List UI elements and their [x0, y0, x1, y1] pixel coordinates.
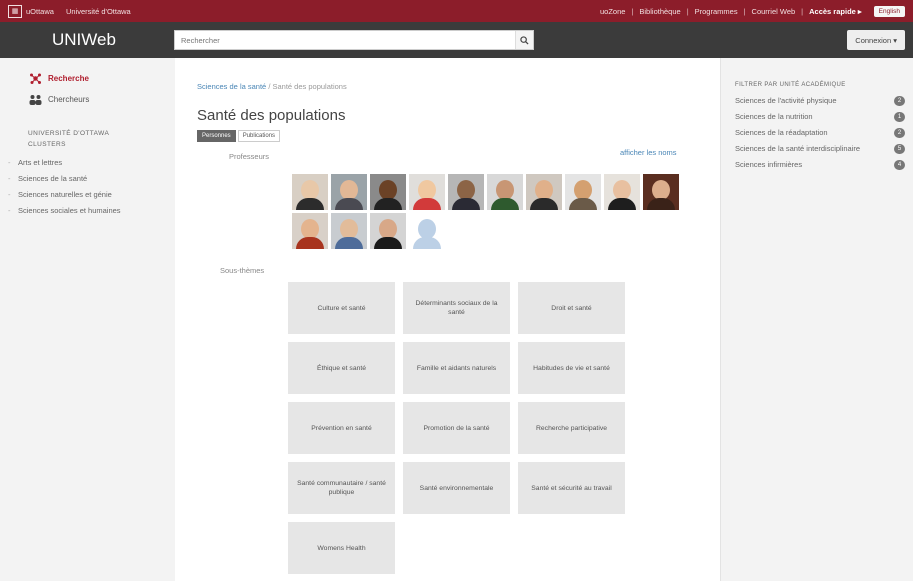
- subtheme-tile[interactable]: Promotion de la santé: [403, 402, 510, 454]
- header: UNIWeb Connexion ▾: [0, 22, 913, 58]
- search-icon[interactable]: [515, 31, 533, 49]
- subtheme-tile[interactable]: Habitudes de vie et santé: [518, 342, 625, 394]
- professor-avatar[interactable]: [448, 174, 484, 210]
- professor-avatar[interactable]: [487, 174, 523, 210]
- subtheme-tile[interactable]: Santé communautaire / santé publique: [288, 462, 395, 514]
- breadcrumb-current: Santé des populations: [272, 82, 347, 91]
- tab-publications[interactable]: Publications: [237, 130, 281, 142]
- professor-avatar[interactable]: [370, 174, 406, 210]
- subtheme-tile[interactable]: Culture et santé: [288, 282, 395, 334]
- subthemes-grid: Culture et santé Déterminants sociaux de…: [288, 282, 625, 574]
- subtheme-tile[interactable]: Déterminants sociaux de la santé: [403, 282, 510, 334]
- nav-item-researchers[interactable]: Chercheurs: [28, 93, 165, 106]
- clusters-heading-line: UNIVERSITÉ D'OTTAWA: [28, 130, 110, 137]
- library-link[interactable]: Bibliothèque: [639, 7, 680, 16]
- separator: |: [801, 6, 804, 16]
- nav-item-search[interactable]: Recherche: [28, 72, 165, 85]
- filter-label: Sciences infirmières: [735, 160, 803, 169]
- filter-label: Sciences de la santé interdisciplinaire: [735, 144, 861, 153]
- professor-avatar[interactable]: [409, 174, 445, 210]
- university-link[interactable]: Université d'Ottawa: [66, 7, 131, 16]
- subtheme-tile[interactable]: Famille et aidants naturels: [403, 342, 510, 394]
- nav-item-label: Chercheurs: [48, 95, 90, 104]
- filter-count-badge: 2: [894, 96, 905, 106]
- nav-item-label: Recherche: [48, 74, 89, 83]
- right-sidebar: FILTRER PAR UNITÉ ACADÉMIQUE Sciences de…: [720, 58, 913, 581]
- uottawa-link[interactable]: uOttawa: [26, 7, 54, 16]
- filter-item[interactable]: Sciences de la santé interdisciplinaire …: [735, 144, 905, 154]
- filter-item[interactable]: Sciences de l'activité physique 2: [735, 96, 905, 106]
- cluster-link[interactable]: Arts et lettres: [8, 158, 165, 168]
- professor-avatar[interactable]: [331, 174, 367, 210]
- subtheme-tile[interactable]: Recherche participative: [518, 402, 625, 454]
- search-box: [174, 30, 534, 50]
- professor-avatar[interactable]: [604, 174, 640, 210]
- search-input[interactable]: [175, 31, 515, 49]
- breadcrumb-separator: /: [268, 82, 271, 91]
- professor-avatar[interactable]: [565, 174, 601, 210]
- subtheme-tile[interactable]: Prévention en santé: [288, 402, 395, 454]
- tab-people[interactable]: Personnes: [197, 130, 236, 142]
- language-button[interactable]: English: [873, 5, 905, 17]
- filter-label: Sciences de l'activité physique: [735, 96, 837, 105]
- professor-avatar[interactable]: [292, 174, 328, 210]
- filter-count-badge: 2: [894, 128, 905, 138]
- quick-access-link[interactable]: Accès rapide ▸: [809, 7, 862, 16]
- cluster-link[interactable]: Sciences naturelles et génie: [8, 190, 165, 200]
- breadcrumb-link[interactable]: Sciences de la santé: [197, 82, 266, 91]
- professor-avatar[interactable]: [643, 174, 679, 210]
- tab-bar: Personnes Publications: [197, 130, 720, 142]
- filter-item[interactable]: Sciences de la nutrition 1: [735, 112, 905, 122]
- subtheme-tile[interactable]: Womens Health: [288, 522, 395, 574]
- professor-avatar[interactable]: [331, 213, 367, 249]
- top-bar: ▦ uOttawa Université d'Ottawa uoZone | B…: [0, 0, 913, 22]
- uozone-link[interactable]: uoZone: [600, 7, 625, 16]
- filter-label: Sciences de la nutrition: [735, 112, 813, 121]
- filter-count-badge: 5: [894, 144, 905, 154]
- people-icon: [28, 93, 42, 106]
- filter-heading: FILTRER PAR UNITÉ ACADÉMIQUE: [735, 82, 846, 88]
- default-avatar-icon[interactable]: [409, 213, 445, 249]
- programs-link[interactable]: Programmes: [695, 7, 738, 16]
- professor-photos: [292, 174, 702, 249]
- filter-count-badge: 1: [894, 112, 905, 122]
- subtheme-tile[interactable]: Santé et sécurité au travail: [518, 462, 625, 514]
- professor-avatar[interactable]: [292, 213, 328, 249]
- separator: |: [743, 6, 746, 16]
- clusters-heading-line: CLUSTERS: [28, 141, 66, 148]
- separator: |: [631, 6, 634, 16]
- clusters-heading: UNIVERSITÉ D'OTTAWA CLUSTERS: [28, 128, 165, 150]
- left-sidebar: Recherche Chercheurs UNIVERSITÉ D'OTTAWA…: [0, 58, 175, 581]
- cluster-link[interactable]: Sciences de la santé: [8, 174, 165, 184]
- subtheme-tile[interactable]: Éthique et santé: [288, 342, 395, 394]
- professor-avatar[interactable]: [526, 174, 562, 210]
- filter-count-badge: 4: [894, 160, 905, 170]
- brand-logo[interactable]: UNIWeb: [0, 30, 174, 50]
- uottawa-logo-icon[interactable]: ▦: [8, 4, 22, 18]
- professor-avatar[interactable]: [370, 213, 406, 249]
- research-icon: [28, 72, 42, 85]
- cluster-list: Arts et lettres Sciences de la santé Sci…: [8, 158, 165, 216]
- filter-label: Sciences de la réadaptation: [735, 128, 828, 137]
- page-title: Santé des populations: [197, 107, 346, 124]
- show-names-link[interactable]: afficher les noms: [620, 148, 677, 157]
- main-content: Sciences de la santé / Santé des populat…: [175, 58, 720, 581]
- cluster-link[interactable]: Sciences sociales et humaines: [8, 206, 165, 216]
- subthemes-label: Sous-thèmes: [220, 266, 265, 275]
- filter-item[interactable]: Sciences infirmières 4: [735, 160, 905, 170]
- filter-item[interactable]: Sciences de la réadaptation 2: [735, 128, 905, 138]
- professors-label: Professeurs: [228, 152, 269, 161]
- separator: |: [686, 6, 689, 16]
- subtheme-tile[interactable]: Droit et santé: [518, 282, 625, 334]
- webmail-link[interactable]: Courriel Web: [752, 7, 796, 16]
- login-dropdown-button[interactable]: Connexion ▾: [847, 30, 905, 50]
- subtheme-tile[interactable]: Santé environnementale: [403, 462, 510, 514]
- breadcrumb: Sciences de la santé / Santé des populat…: [197, 82, 720, 91]
